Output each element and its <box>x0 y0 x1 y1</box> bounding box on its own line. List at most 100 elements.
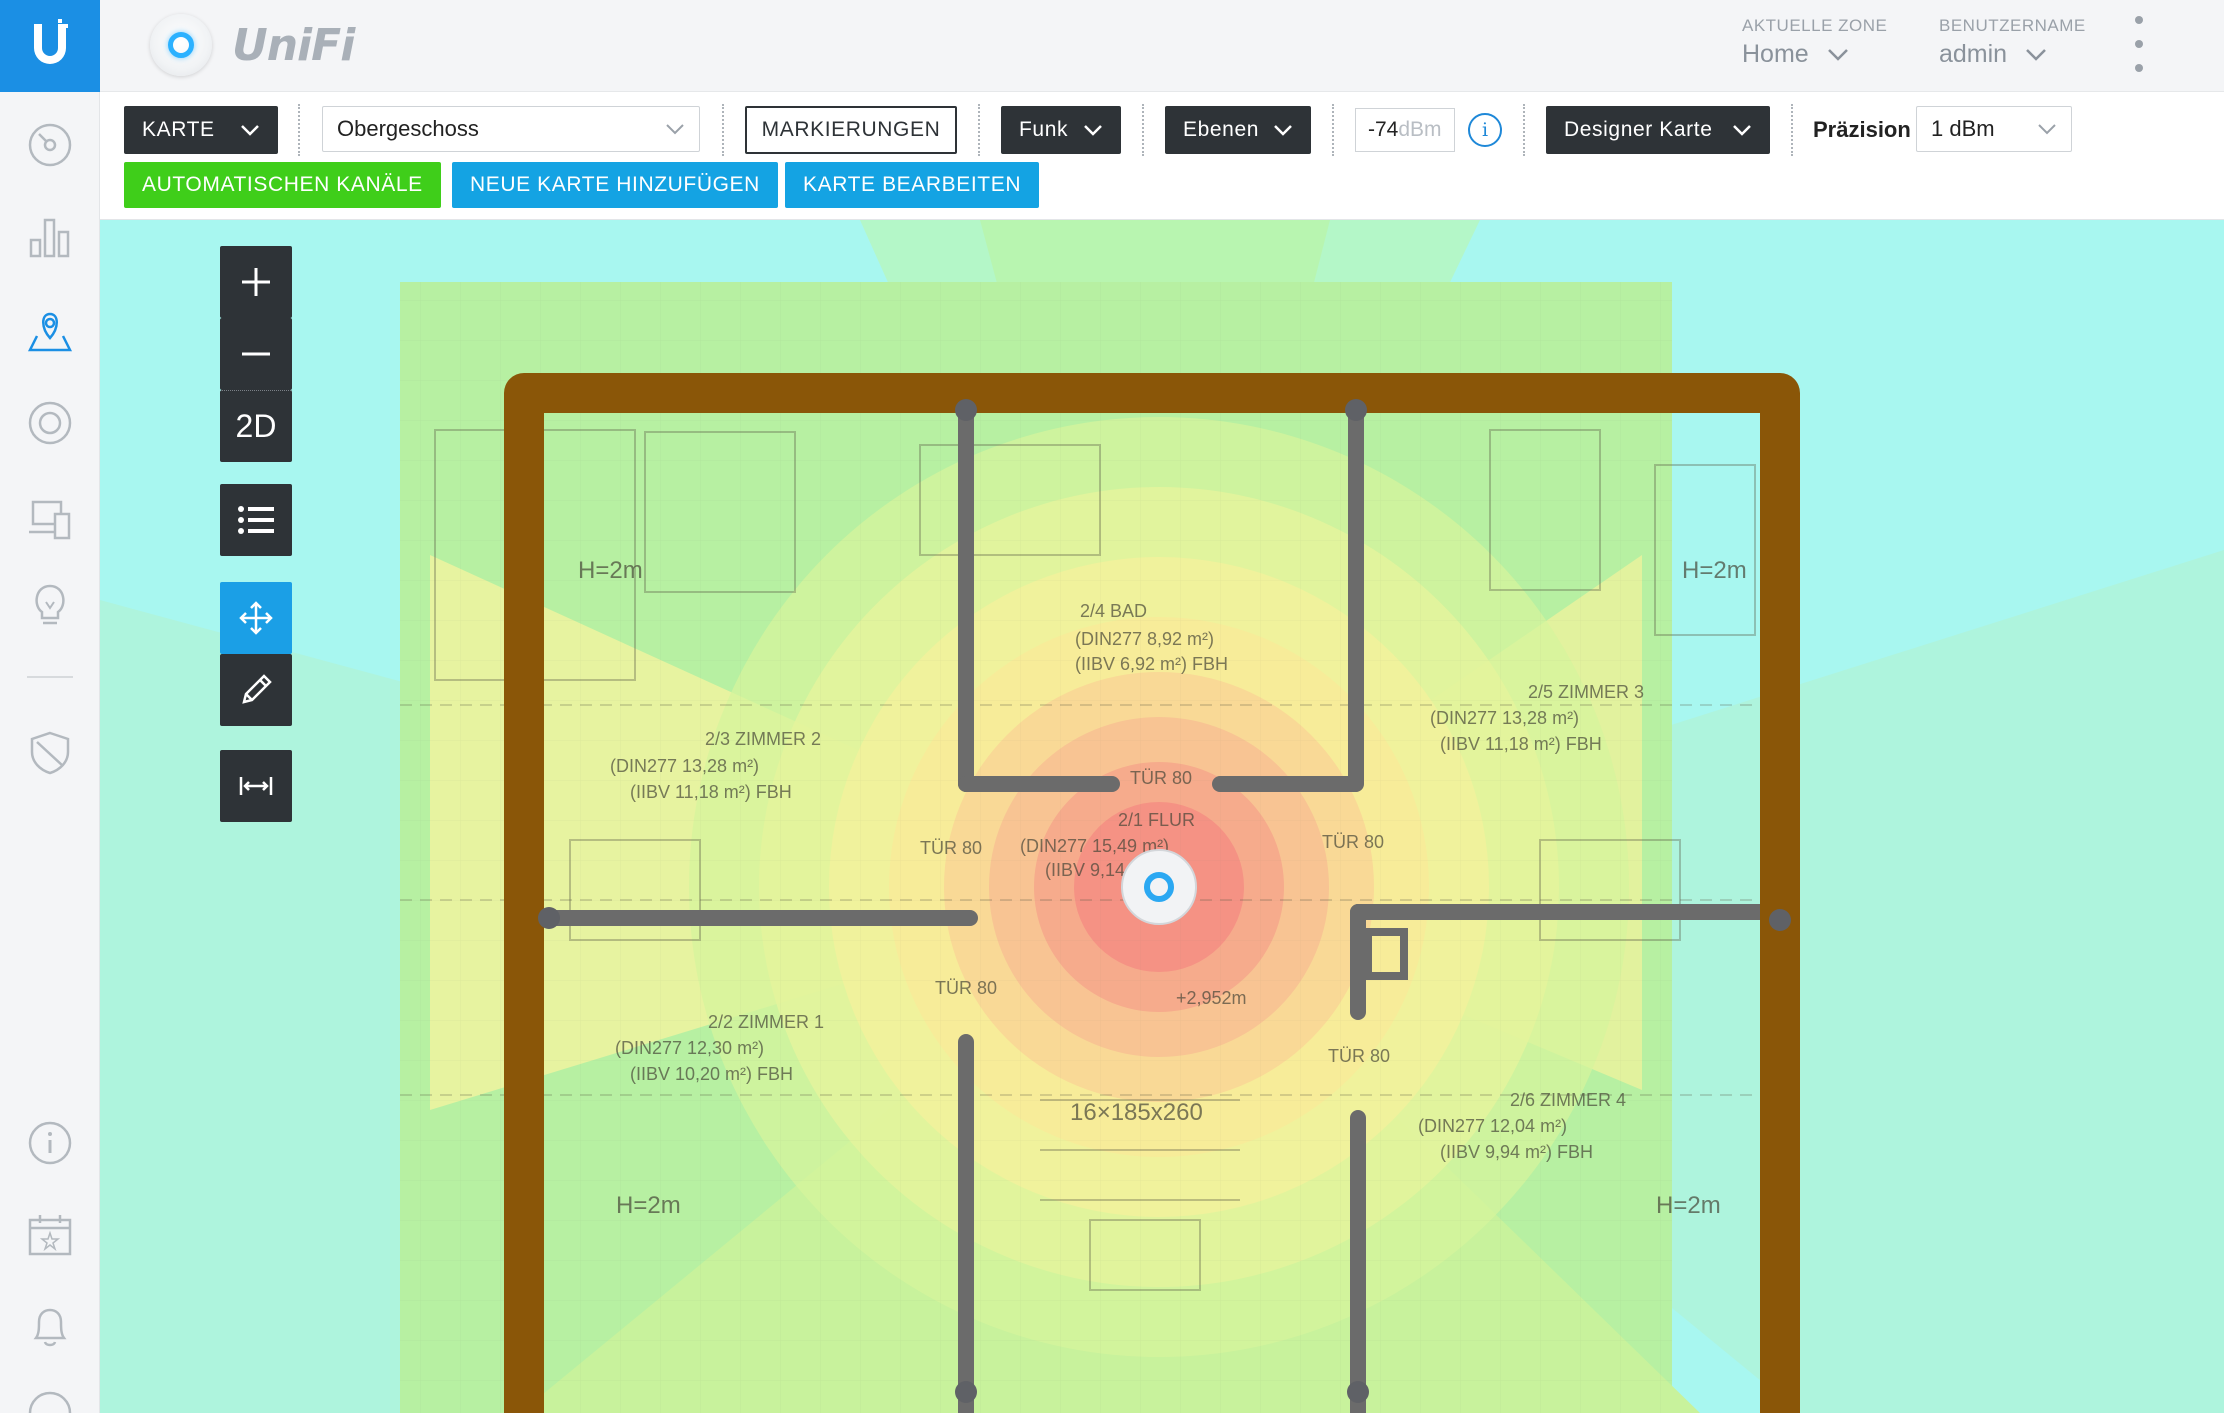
room-iibv-flur: (IIBV 9,14 <box>1045 860 1125 880</box>
chevron-down-icon <box>241 125 259 136</box>
room-iibv-zimmer-2: (IIBV 11,18 m²) FBH <box>630 782 792 802</box>
zone-label: AKTUELLE ZONE <box>1742 16 1888 35</box>
room-din-zimmer-4: (DIN277 12,04 m²) <box>1418 1116 1567 1136</box>
door-label: TÜR 80 <box>920 838 982 858</box>
insights-icon[interactable] <box>25 580 75 630</box>
view-mode-toggle[interactable]: 2D <box>220 390 292 462</box>
height-label: H=2m <box>1656 1192 1721 1219</box>
sidebar-nav <box>0 0 100 1413</box>
statistics-icon[interactable] <box>25 212 75 262</box>
room-iibv-zimmer-3: (IIBV 11,18 m²) FBH <box>1440 734 1602 754</box>
chevron-down-icon <box>666 124 684 135</box>
room-iibv-zimmer-1: (IIBV 10,20 m²) FBH <box>630 1064 793 1084</box>
plus-icon <box>242 268 270 296</box>
room-iibv-bad: (IIBV 6,92 m²) FBH <box>1075 654 1228 674</box>
room-label-bad: 2/4 BAD <box>1080 601 1147 621</box>
map-icon[interactable] <box>25 306 75 356</box>
measure-icon <box>239 777 273 795</box>
view-mode-label: 2D <box>235 408 277 444</box>
ubiquiti-logo[interactable] <box>0 0 100 92</box>
signal-threshold-value: -74 <box>1368 118 1399 141</box>
door-label: TÜR 80 <box>1130 768 1192 788</box>
radio-menu-button[interactable]: Funk <box>1001 106 1121 154</box>
draw-tool-button[interactable] <box>220 654 292 726</box>
map-toolbar: KARTE Obergeschoss MARKIERUNGEN Funk Ebe… <box>100 92 2224 220</box>
zoom-in-button[interactable] <box>220 246 292 318</box>
signal-threshold-input[interactable]: -74 dBm <box>1355 108 1455 152</box>
room-din-bad: (DIN277 8,92 m²) <box>1075 629 1214 649</box>
map-type-menu-label: Designer Karte <box>1564 118 1713 141</box>
view-menu-button[interactable]: KARTE <box>124 106 278 154</box>
chevron-down-icon <box>1084 125 1102 136</box>
chevron-down-icon <box>2038 124 2056 135</box>
chevron-down-icon <box>1733 125 1751 136</box>
chevron-down-icon <box>2026 48 2046 61</box>
room-iibv-zimmer-4: (IIBV 9,94 m²) FBH <box>1440 1142 1593 1162</box>
shield-icon[interactable] <box>25 728 75 778</box>
sidebar-divider <box>27 676 73 678</box>
height-label: H=2m <box>578 557 643 584</box>
move-icon <box>239 601 273 635</box>
level-label: +2,952m <box>1176 988 1247 1008</box>
precision-select-value: 1 dBm <box>1931 116 1995 141</box>
unifi-controller-icon <box>150 14 212 76</box>
zone-value: Home <box>1742 40 1809 68</box>
height-label: H=2m <box>616 1192 681 1219</box>
markers-button[interactable]: MARKIERUNGEN <box>745 106 957 154</box>
add-map-button[interactable]: NEUE KARTE HINZUFÜGEN <box>452 162 778 208</box>
dashboard-icon[interactable] <box>25 120 75 170</box>
chevron-down-icon <box>1274 125 1292 136</box>
room-label-zimmer-3: 2/5 ZIMMER 3 <box>1528 682 1644 702</box>
room-label-zimmer-2: 2/3 ZIMMER 2 <box>705 729 821 749</box>
pencil-icon <box>242 674 272 704</box>
events-icon[interactable] <box>25 1210 75 1260</box>
more-menu-icon[interactable] <box>2134 16 2144 72</box>
heatmap-layer: 2/4 BAD (DIN277 8,92 m²) (IIBV 6,92 m²) … <box>100 220 2224 1413</box>
clients-icon[interactable] <box>25 494 75 544</box>
zone-selector[interactable]: AKTUELLE ZONE Home <box>1742 16 1887 69</box>
info-icon[interactable]: i <box>1468 113 1502 147</box>
stair-label: 16×185x260 <box>1070 1099 1203 1126</box>
map-type-menu-button[interactable]: Designer Karte <box>1546 106 1770 154</box>
auto-channels-button[interactable]: AUTOMATISCHEN KANÄLE <box>124 162 441 208</box>
pan-tool-button[interactable] <box>220 582 292 654</box>
precision-select[interactable]: 1 dBm <box>1916 106 2072 152</box>
info-icon[interactable] <box>25 1118 75 1168</box>
toolbar-separator <box>1142 104 1144 156</box>
user-menu[interactable]: BENUTZERNAME admin <box>1939 16 2086 69</box>
map-canvas[interactable]: 2/4 BAD (DIN277 8,92 m²) (IIBV 6,92 m²) … <box>100 220 2224 1413</box>
signal-threshold-unit: dBm <box>1398 118 1442 141</box>
list-view-button[interactable] <box>220 484 292 556</box>
room-label-zimmer-1: 2/2 ZIMMER 1 <box>708 1012 824 1032</box>
username-label: BENUTZERNAME <box>1939 16 2086 35</box>
username-value: admin <box>1939 40 2008 68</box>
toolbar-separator <box>978 104 980 156</box>
alerts-icon[interactable] <box>25 1302 75 1352</box>
view-menu-label: KARTE <box>142 118 215 141</box>
room-din-zimmer-1: (DIN277 12,30 m²) <box>615 1038 764 1058</box>
floor-select-value: Obergeschoss <box>337 116 479 141</box>
room-din-zimmer-3: (DIN277 13,28 m²) <box>1430 708 1579 728</box>
floor-select[interactable]: Obergeschoss <box>322 106 700 152</box>
edit-map-button[interactable]: KARTE BEARBEITEN <box>785 162 1040 208</box>
room-label-flur: 2/1 FLUR <box>1118 810 1195 830</box>
minus-icon <box>242 352 270 356</box>
toolbar-separator <box>1791 104 1793 156</box>
brand[interactable]: UniFi <box>150 14 355 76</box>
help-icon[interactable] <box>25 1390 75 1413</box>
precision-label: Präzision <box>1813 117 1911 142</box>
chevron-down-icon <box>1827 48 1848 61</box>
door-label: TÜR 80 <box>1322 832 1384 852</box>
list-icon <box>238 506 274 534</box>
access-point-icon[interactable] <box>1121 849 1197 925</box>
toolbar-separator <box>1523 104 1525 156</box>
door-label: TÜR 80 <box>1328 1046 1390 1066</box>
room-label-zimmer-4: 2/6 ZIMMER 4 <box>1510 1090 1626 1110</box>
zoom-out-button[interactable] <box>220 318 292 390</box>
measure-tool-button[interactable] <box>220 750 292 822</box>
toolbar-separator <box>298 104 300 156</box>
devices-icon[interactable] <box>25 398 75 448</box>
brand-name: UniFi <box>232 19 355 71</box>
layers-menu-button[interactable]: Ebenen <box>1165 106 1311 154</box>
door-label: TÜR 80 <box>935 978 997 998</box>
